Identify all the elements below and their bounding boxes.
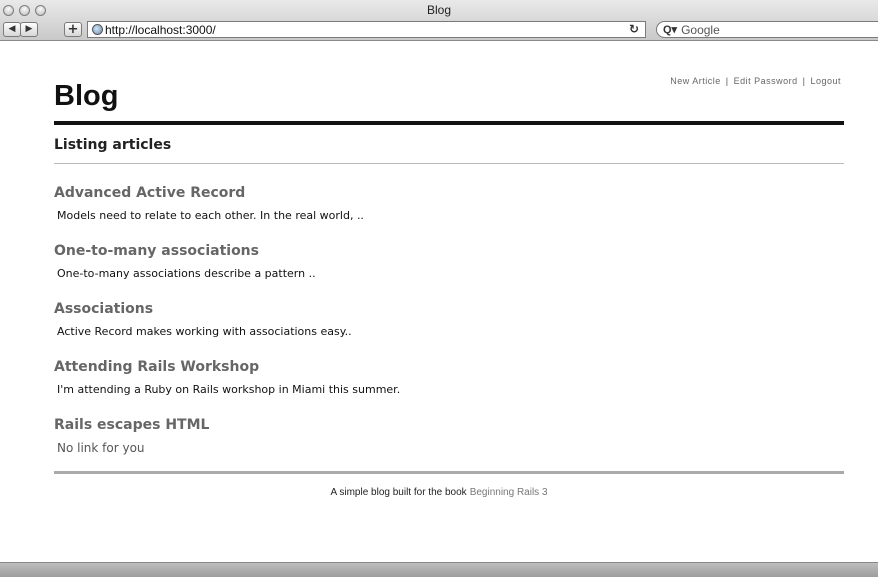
globe-icon xyxy=(92,24,103,35)
header-nav: New Article | Edit Password | Logout xyxy=(670,76,841,86)
window-title: Blog xyxy=(426,3,452,17)
footer-text: A simple blog built for the book xyxy=(330,487,467,498)
site-title: Blog xyxy=(54,80,119,112)
article-item: Attending Rails Workshop I'm attending a… xyxy=(54,359,844,417)
article-excerpt: One-to-many associations describe a patt… xyxy=(57,267,316,280)
article-title-link[interactable]: Rails escapes HTML xyxy=(54,417,844,439)
add-bookmark-button[interactable]: + xyxy=(64,22,82,37)
article-title-link[interactable]: One-to-many associations xyxy=(54,243,844,265)
header-divider xyxy=(54,121,844,125)
search-icon[interactable]: Q▾ xyxy=(663,23,677,36)
edit-password-link[interactable]: Edit Password xyxy=(734,76,798,86)
footer-divider xyxy=(54,471,844,474)
article-title-link[interactable]: Attending Rails Workshop xyxy=(54,359,844,381)
address-bar[interactable]: http://localhost:3000/ ↻ xyxy=(87,21,646,38)
page-heading: Listing articles xyxy=(54,137,172,153)
article-excerpt: No link for you xyxy=(57,441,145,455)
page-footer: A simple blog built for the book Beginnin… xyxy=(0,487,878,498)
browser-titlebar: Blog ◀ ▶ + http://localhost:3000/ ↻ Q▾ G… xyxy=(0,0,878,41)
status-bar xyxy=(0,562,878,577)
article-title-link[interactable]: Advanced Active Record xyxy=(54,185,844,207)
article-excerpt: I'm attending a Ruby on Rails workshop i… xyxy=(57,383,401,396)
nav-separator: | xyxy=(802,76,806,86)
article-excerpt: Models need to relate to each other. In … xyxy=(57,209,364,222)
heading-divider xyxy=(54,163,844,164)
article-title-link[interactable]: Associations xyxy=(54,301,844,323)
search-placeholder: Google xyxy=(681,22,720,37)
search-field[interactable]: Q▾ Google xyxy=(656,21,878,38)
page-content: New Article | Edit Password | Logout Blog Li… xyxy=(0,41,878,562)
new-article-link[interactable]: New Article xyxy=(670,76,721,86)
nav-separator: | xyxy=(725,76,729,86)
article-excerpt: Active Record makes working with associa… xyxy=(57,325,352,338)
article-item: Rails escapes HTML No link for you xyxy=(54,417,844,475)
logout-link[interactable]: Logout xyxy=(810,76,841,86)
reload-icon[interactable]: ↻ xyxy=(629,22,639,36)
url-text[interactable]: http://localhost:3000/ xyxy=(105,23,216,37)
article-item: One-to-many associations One-to-many ass… xyxy=(54,243,844,301)
forward-button[interactable]: ▶ xyxy=(20,22,38,37)
article-list: Advanced Active Record Models need to re… xyxy=(54,185,844,475)
article-item: Associations Active Record makes working… xyxy=(54,301,844,359)
back-button[interactable]: ◀ xyxy=(3,22,21,37)
book-link[interactable]: Beginning Rails 3 xyxy=(470,487,548,498)
article-item: Advanced Active Record Models need to re… xyxy=(54,185,844,243)
